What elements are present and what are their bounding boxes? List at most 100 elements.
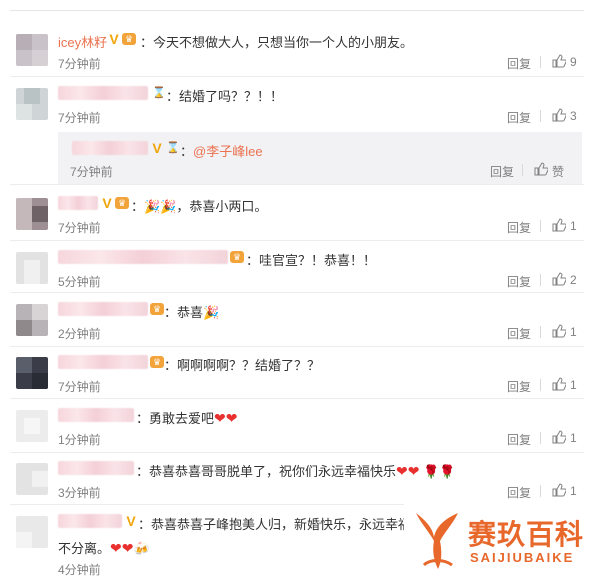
username-blurred[interactable] [58, 514, 122, 528]
like-thumb-icon[interactable] [552, 54, 566, 68]
member-crown-icon: ♛ [150, 303, 164, 315]
action-separator [540, 274, 541, 286]
comment-item: V ♛ ：🎉🎉，恭喜小两口。 7分钟前 回复 1 [0, 192, 594, 242]
verified-v-icon: V [126, 513, 136, 529]
comment-time: 4分钟前 [58, 563, 101, 577]
verified-v-icon: V [152, 140, 162, 156]
like-count: 9 [570, 55, 577, 69]
reply-button[interactable]: 回复 [507, 219, 531, 236]
action-separator [540, 485, 541, 497]
like-count: 1 [570, 325, 577, 339]
like-thumb-icon[interactable] [552, 108, 566, 122]
top-divider [10, 10, 584, 11]
action-separator [540, 326, 541, 338]
reply-button[interactable]: 回复 [507, 109, 531, 126]
like-thumb-icon[interactable] [534, 162, 548, 176]
watermark-title: 赛玖百科 [468, 519, 585, 550]
comment-text: ：结婚了吗？？！！ [166, 89, 284, 104]
reply-button[interactable]: 回复 [507, 378, 531, 395]
username-blurred[interactable] [58, 355, 148, 369]
like-thumb-icon[interactable] [552, 218, 566, 232]
comment-text: ：哇官宣？！恭喜！！ [246, 253, 377, 268]
comment-time: 7分钟前 [58, 111, 101, 125]
avatar[interactable] [16, 357, 48, 389]
sub-reply-text: ：@李子峰lee [180, 144, 263, 159]
comment-divider [10, 240, 584, 241]
username-blurred[interactable] [58, 86, 148, 100]
avatar[interactable] [16, 410, 48, 442]
whale-tail-logo [416, 513, 458, 569]
comment-item: ：恭喜恭喜哥哥脱单了，祝你们永远幸福快乐❤❤ 🌹🌹 3分钟前 回复 1 [0, 457, 594, 507]
like-thumb-icon[interactable] [552, 324, 566, 338]
username-blurred[interactable] [58, 196, 98, 210]
reply-button[interactable]: 回复 [507, 273, 531, 290]
action-separator [540, 220, 541, 232]
like-count: 1 [570, 484, 577, 498]
comment-item: ♛ ：恭喜🎉 2分钟前 回复 1 [0, 298, 594, 348]
comment-divider [10, 398, 584, 399]
comment-divider [10, 346, 584, 347]
sub-reply-time: 7分钟前 [70, 165, 113, 179]
comment-item: ♛ ：啊啊啊啊？？结婚了？？ 7分钟前 回复 1 [0, 351, 594, 401]
hourglass-badge-icon: ⌛ [152, 87, 166, 99]
reply-button[interactable]: 回复 [490, 163, 514, 180]
member-crown-icon: ♛ [122, 33, 136, 45]
username-blurred[interactable] [58, 250, 228, 264]
like-count: 3 [570, 109, 577, 123]
action-separator [540, 379, 541, 391]
avatar[interactable] [16, 34, 48, 66]
comment-item: ：勇敢去爱吧❤❤ 1分钟前 回复 1 [0, 404, 594, 454]
beer-icon: 🍻 [133, 541, 150, 556]
action-separator [540, 56, 541, 68]
comment-divider [10, 184, 584, 185]
reply-button[interactable]: 回复 [507, 484, 531, 501]
avatar[interactable] [16, 88, 48, 120]
like-count: 1 [570, 378, 577, 392]
like-label[interactable]: 赞 [552, 163, 564, 180]
like-thumb-icon[interactable] [552, 483, 566, 497]
comment-divider [10, 292, 584, 293]
username-blurred[interactable] [58, 302, 148, 316]
avatar[interactable] [16, 304, 48, 336]
sub-reply-box: V ⌛ ：@李子峰lee 7分钟前 回复 赞 [58, 132, 582, 185]
comment-time: 3分钟前 [58, 486, 101, 500]
reply-button[interactable]: 回复 [507, 325, 531, 342]
mention-link[interactable]: @李子峰lee [193, 144, 263, 159]
comment-time: 2分钟前 [58, 327, 101, 341]
like-count: 1 [570, 219, 577, 233]
like-count: 2 [570, 273, 577, 287]
reply-button[interactable]: 回复 [507, 55, 531, 72]
like-thumb-icon[interactable] [552, 430, 566, 444]
username-blurred[interactable] [58, 461, 134, 475]
avatar[interactable] [16, 516, 48, 548]
verified-v-icon: V [102, 195, 112, 211]
watermark-subtitle: SAIJIUBAIKE [470, 550, 575, 565]
action-separator [522, 164, 523, 176]
comment-time: 1分钟前 [58, 433, 101, 447]
comment-text: ：🎉🎉，恭喜小两口。 [131, 199, 268, 214]
hourglass-badge-icon: ⌛ [166, 142, 180, 154]
like-thumb-icon[interactable] [552, 377, 566, 391]
comment-divider [10, 452, 584, 453]
comment-username[interactable]: icey林籽 [58, 32, 107, 51]
heart-icon: ❤❤ [396, 463, 420, 479]
reply-button[interactable]: 回复 [507, 431, 531, 448]
heart-icon: ❤❤ [110, 540, 134, 556]
comment-time: 7分钟前 [58, 57, 101, 71]
rose-icon: 🌹🌹 [423, 464, 456, 479]
comment-text: ：今天不想做大人，只想当你一个人的小朋友。 [140, 35, 414, 50]
username-blurred[interactable] [72, 141, 148, 155]
avatar[interactable] [16, 463, 48, 495]
like-thumb-icon[interactable] [552, 272, 566, 286]
comment-time: 5分钟前 [58, 275, 101, 289]
avatar[interactable] [16, 252, 48, 284]
username-blurred[interactable] [58, 408, 134, 422]
member-crown-icon: ♛ [230, 251, 244, 263]
avatar[interactable] [16, 198, 48, 230]
comment-text: ：勇敢去爱吧❤❤ [136, 410, 238, 426]
comment-time: 7分钟前 [58, 221, 101, 235]
party-popper-icon: 🎉 [203, 305, 220, 320]
action-separator [540, 432, 541, 444]
comment-item: icey林籽 V ♛ ：今天不想做大人，只想当你一个人的小朋友。 7分钟前 回复… [0, 28, 594, 88]
comment-text: ：啊啊啊啊？？结婚了？？ [164, 358, 321, 373]
